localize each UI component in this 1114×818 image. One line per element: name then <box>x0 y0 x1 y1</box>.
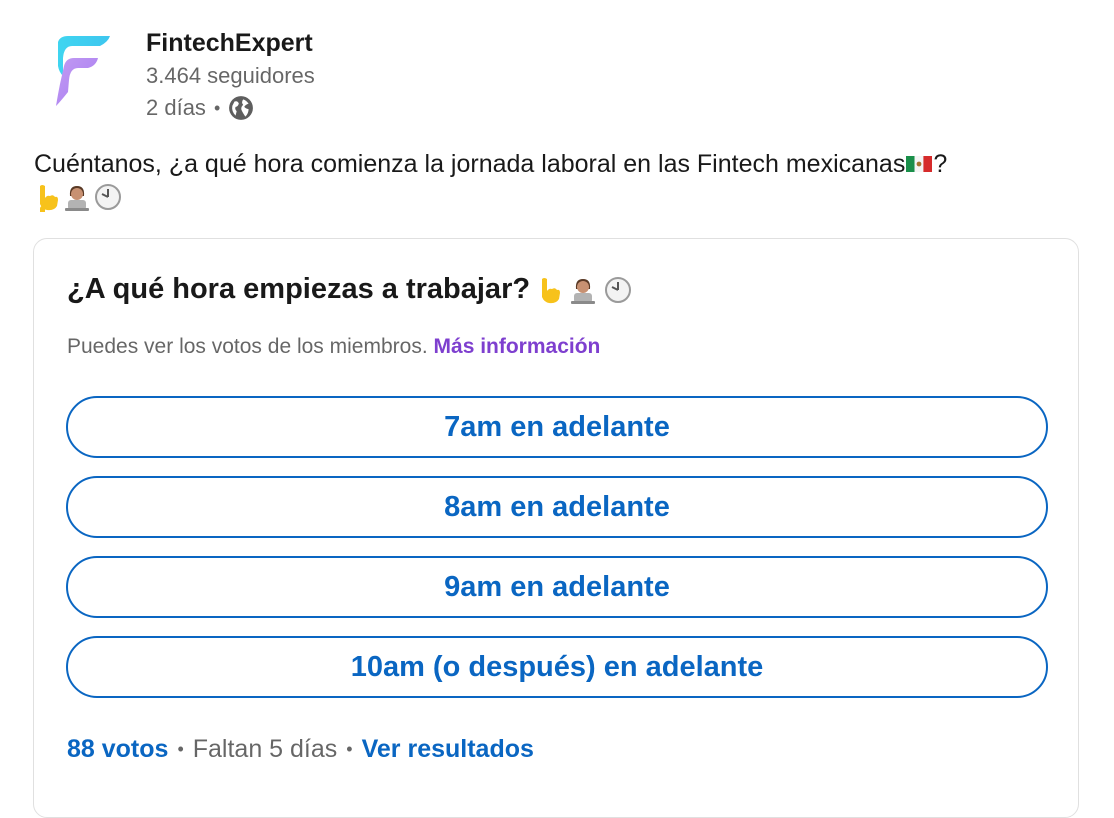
technologist-emoji <box>571 278 596 304</box>
poll-option-8am[interactable]: 8am en adelante <box>66 476 1048 538</box>
post-age: 2 días <box>146 95 206 120</box>
post-body: Cuéntanos, ¿a qué hora comienza la jorna… <box>34 150 906 178</box>
poll-card: ¿A qué hora empiezas a trabajar? Puedes … <box>33 238 1079 818</box>
fintechexpert-logo[interactable] <box>50 32 114 108</box>
time-remaining: Faltan 5 días <box>192 735 338 763</box>
separator-dot: • <box>213 98 221 118</box>
poll-question: ¿A qué hora empiezas a trabajar? <box>67 273 632 306</box>
poll-option-7am[interactable]: 7am en adelante <box>66 396 1048 458</box>
more-info-link[interactable]: Más información <box>434 335 601 358</box>
point-down-emoji <box>542 277 561 303</box>
follower-count: 3.464 seguidores <box>146 63 315 88</box>
post-header: FintechExpert 3.464 seguidores 2 días • <box>50 26 650 126</box>
post-emojis <box>34 182 1094 212</box>
poll-option-10am[interactable]: 10am (o después) en adelante <box>66 636 1048 698</box>
poll-option-9am[interactable]: 9am en adelante <box>66 556 1048 618</box>
vote-count-link[interactable]: 88 votos <box>67 735 168 764</box>
poll-note-text: Puedes ver los votos de los miembros. <box>67 335 428 358</box>
poll-question-text: ¿A qué hora empiezas a trabajar? <box>67 273 531 305</box>
separator-dot: • <box>346 739 353 759</box>
post-time-row: 2 días • <box>146 92 315 124</box>
post-body-end: ? <box>933 150 948 178</box>
poll-footer: 88 votos • Faltan 5 días • Ver resultado… <box>67 735 534 764</box>
clock-emoji <box>95 184 121 210</box>
globe-icon <box>229 96 254 120</box>
post-text-line: Cuéntanos, ¿a qué hora comienza la jorna… <box>34 144 1094 184</box>
author-meta: FintechExpert 3.464 seguidores 2 días • <box>146 26 315 124</box>
poll-visibility-note: Puedes ver los votos de los miembros. Má… <box>67 335 600 359</box>
technologist-emoji <box>65 186 89 211</box>
separator-dot: • <box>177 739 184 759</box>
author-name[interactable]: FintechExpert <box>146 26 315 60</box>
clock-emoji <box>605 276 632 303</box>
mexico-flag-icon <box>906 156 933 172</box>
poll-options: 7am en adelante 8am en adelante 9am en a… <box>66 396 1048 716</box>
point-down-emoji <box>40 185 58 212</box>
post-text: Cuéntanos, ¿a qué hora comienza la jorna… <box>34 144 1094 212</box>
view-results-link[interactable]: Ver resultados <box>362 735 534 764</box>
